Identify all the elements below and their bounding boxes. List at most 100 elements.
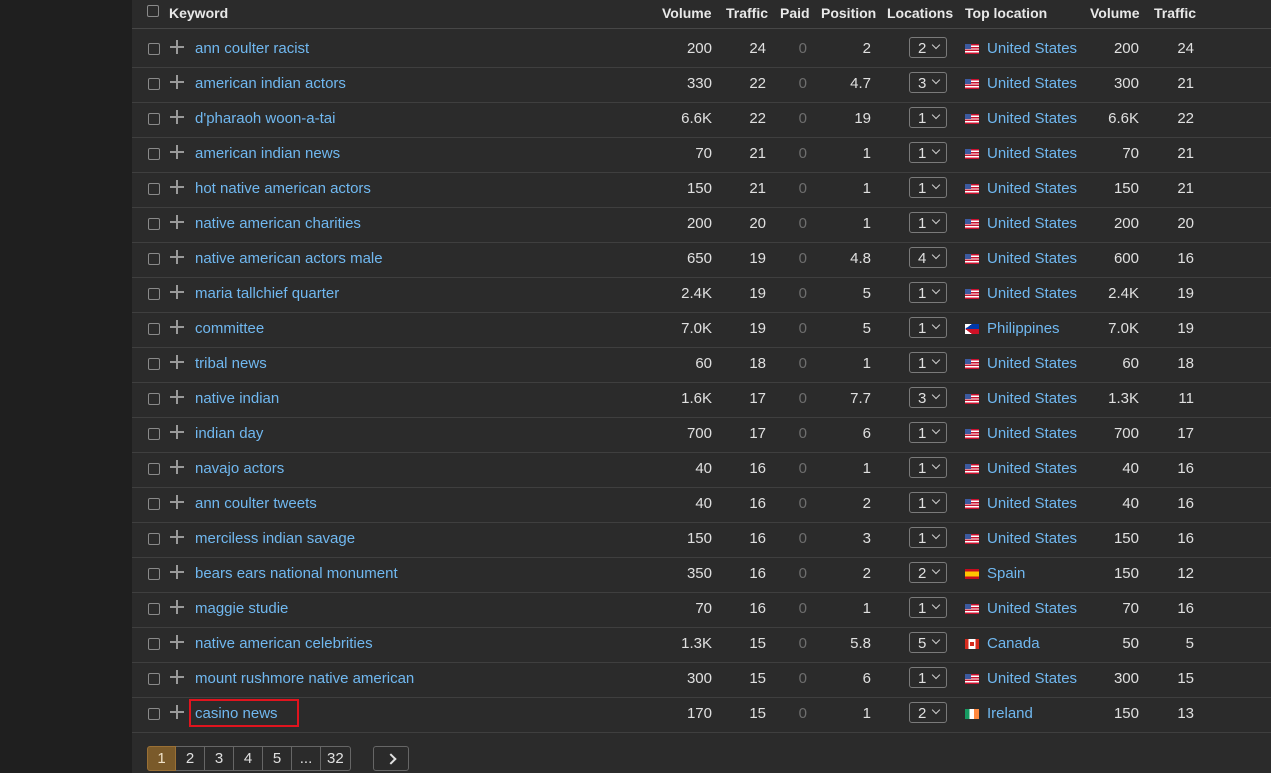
top-location-link[interactable]: United States [987,180,1077,197]
col-location-traffic-header[interactable]: Traffic [1154,5,1196,21]
top-location-link[interactable]: Spain [987,565,1025,582]
row-checkbox[interactable] [148,463,160,475]
row-checkbox[interactable] [148,498,160,510]
row-checkbox[interactable] [148,533,160,545]
top-location-link[interactable]: United States [987,75,1077,92]
page-button[interactable]: 2 [176,746,205,771]
locations-dropdown[interactable]: 1 [909,597,947,618]
page-button[interactable]: 4 [234,746,263,771]
page-button[interactable]: 1 [147,746,176,771]
keyword-link[interactable]: d'pharaoh woon-a-tai [195,110,335,127]
locations-dropdown[interactable]: 3 [909,72,947,93]
row-checkbox[interactable] [148,218,160,230]
locations-dropdown[interactable]: 2 [909,702,947,723]
add-keyword-plus-icon[interactable] [169,144,185,160]
keyword-link[interactable]: navajo actors [195,460,284,477]
add-keyword-plus-icon[interactable] [169,319,185,335]
row-checkbox[interactable] [148,638,160,650]
col-top-location-header[interactable]: Top location [965,5,1047,21]
locations-dropdown[interactable]: 1 [909,492,947,513]
row-checkbox[interactable] [148,568,160,580]
add-keyword-plus-icon[interactable] [169,634,185,650]
col-volume-header[interactable]: Volume [662,5,712,21]
col-traffic-header[interactable]: Traffic [726,5,768,21]
row-checkbox[interactable] [148,288,160,300]
row-checkbox[interactable] [148,708,160,720]
locations-dropdown[interactable]: 1 [909,457,947,478]
locations-dropdown[interactable]: 1 [909,107,947,128]
top-location-link[interactable]: Ireland [987,705,1033,722]
locations-dropdown[interactable]: 1 [909,527,947,548]
row-checkbox[interactable] [148,78,160,90]
select-all-checkbox[interactable] [147,5,159,17]
keyword-link[interactable]: hot native american actors [195,180,371,197]
page-button[interactable]: 32 [321,746,351,771]
keyword-link[interactable]: maria tallchief quarter [195,285,339,302]
add-keyword-plus-icon[interactable] [169,669,185,685]
add-keyword-plus-icon[interactable] [169,424,185,440]
top-location-link[interactable]: United States [987,110,1077,127]
add-keyword-plus-icon[interactable] [169,179,185,195]
col-keyword-header[interactable]: Keyword [169,5,228,21]
top-location-link[interactable]: United States [987,425,1077,442]
add-keyword-plus-icon[interactable] [169,214,185,230]
top-location-link[interactable]: United States [987,40,1077,57]
add-keyword-plus-icon[interactable] [169,389,185,405]
top-location-link[interactable]: United States [987,215,1077,232]
add-keyword-plus-icon[interactable] [169,284,185,300]
keyword-link[interactable]: native american charities [195,215,361,232]
keyword-link[interactable]: bears ears national monument [195,565,398,582]
row-checkbox[interactable] [148,673,160,685]
top-location-link[interactable]: United States [987,670,1077,687]
next-page-button[interactable] [373,746,409,771]
top-location-link[interactable]: United States [987,390,1077,407]
top-location-link[interactable]: United States [987,460,1077,477]
col-position-header[interactable]: Position [821,5,876,21]
row-checkbox[interactable] [148,148,160,160]
top-location-link[interactable]: Philippines [987,320,1060,337]
add-keyword-plus-icon[interactable] [169,704,185,720]
add-keyword-plus-icon[interactable] [169,39,185,55]
keyword-link[interactable]: merciless indian savage [195,530,355,547]
col-paid-header[interactable]: Paid [780,5,810,21]
locations-dropdown[interactable]: 1 [909,422,947,443]
top-location-link[interactable]: United States [987,285,1077,302]
locations-dropdown[interactable]: 2 [909,562,947,583]
row-checkbox[interactable] [148,253,160,265]
row-checkbox[interactable] [148,393,160,405]
keyword-link[interactable]: american indian news [195,145,340,162]
top-location-link[interactable]: United States [987,355,1077,372]
keyword-link[interactable]: american indian actors [195,75,346,92]
locations-dropdown[interactable]: 1 [909,142,947,163]
keyword-link[interactable]: native american celebrities [195,635,373,652]
add-keyword-plus-icon[interactable] [169,599,185,615]
page-button[interactable]: 3 [205,746,234,771]
row-checkbox[interactable] [148,113,160,125]
locations-dropdown[interactable]: 3 [909,387,947,408]
top-location-link[interactable]: United States [987,530,1077,547]
add-keyword-plus-icon[interactable] [169,494,185,510]
keyword-link[interactable]: committee [195,320,264,337]
add-keyword-plus-icon[interactable] [169,354,185,370]
row-checkbox[interactable] [148,428,160,440]
row-checkbox[interactable] [148,323,160,335]
row-checkbox[interactable] [148,358,160,370]
col-locations-header[interactable]: Locations [887,5,953,21]
add-keyword-plus-icon[interactable] [169,249,185,265]
top-location-link[interactable]: United States [987,145,1077,162]
locations-dropdown[interactable]: 1 [909,317,947,338]
locations-dropdown[interactable]: 2 [909,37,947,58]
row-checkbox[interactable] [148,43,160,55]
keyword-link[interactable]: native american actors male [195,250,383,267]
add-keyword-plus-icon[interactable] [169,529,185,545]
locations-dropdown[interactable]: 1 [909,667,947,688]
page-button[interactable]: 5 [263,746,292,771]
top-location-link[interactable]: United States [987,495,1077,512]
locations-dropdown[interactable]: 1 [909,212,947,233]
keyword-link[interactable]: maggie studie [195,600,288,617]
add-keyword-plus-icon[interactable] [169,459,185,475]
locations-dropdown[interactable]: 1 [909,352,947,373]
add-keyword-plus-icon[interactable] [169,74,185,90]
locations-dropdown[interactable]: 4 [909,247,947,268]
keyword-link[interactable]: native indian [195,390,279,407]
